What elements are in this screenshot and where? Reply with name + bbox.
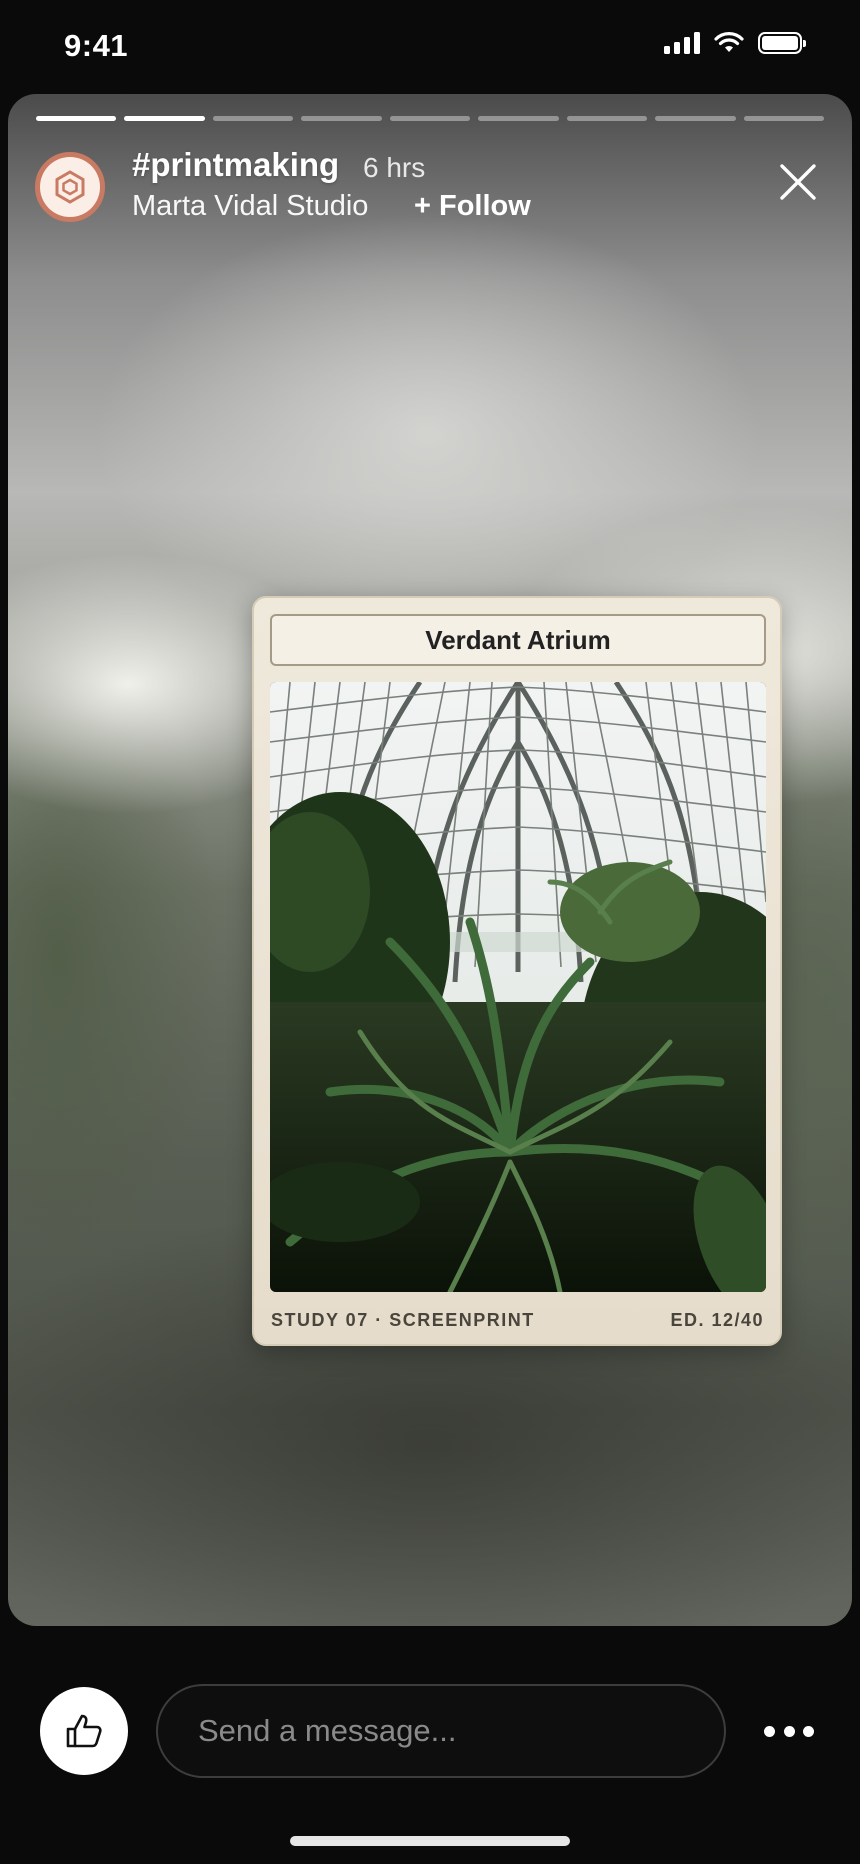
story-viewer[interactable]: #printmaking 6 hrs Marta Vidal Studio + …: [8, 94, 852, 1626]
progress-segment: [36, 116, 117, 121]
print-card[interactable]: Verdant Atrium STUDY 07 · SCREENPRINT ED…: [252, 596, 782, 1346]
print-title: Verdant Atrium: [270, 614, 766, 666]
message-input[interactable]: [156, 1684, 726, 1778]
studio-logo-icon: [40, 157, 100, 217]
home-indicator: [290, 1836, 570, 1846]
battery-icon: [758, 32, 806, 54]
progress-segment: [478, 116, 559, 121]
status-icons: [664, 32, 806, 54]
progress-segment: [655, 116, 736, 121]
author-name[interactable]: Marta Vidal Studio: [132, 190, 368, 223]
progress-segment: [743, 116, 824, 121]
status-time: 9:41: [64, 28, 129, 63]
progress-segment: [566, 116, 648, 121]
print-edition-label: ED. 12/40: [670, 1310, 764, 1330]
print-series-label: STUDY 07 · SCREENPRINT: [271, 1310, 535, 1330]
like-button[interactable]: [40, 1687, 128, 1775]
cellular-signal-icon: [664, 32, 700, 54]
follow-button[interactable]: + Follow: [414, 190, 531, 223]
more-options-icon[interactable]: [764, 1714, 814, 1748]
story-progress-bar: [36, 116, 824, 121]
wifi-icon: [714, 32, 744, 52]
greenhouse-photo: [270, 682, 766, 1292]
avatar[interactable]: [35, 152, 105, 222]
thumbs-up-icon: [66, 1714, 102, 1748]
progress-segment: [212, 116, 294, 121]
progress-segment: [124, 116, 205, 121]
status-bar: 9:41: [0, 0, 860, 94]
close-icon[interactable]: [778, 162, 818, 202]
story-timestamp: 6 hrs: [363, 152, 426, 183]
story-hashtag[interactable]: #printmaking: [132, 146, 339, 184]
progress-segment: [389, 116, 471, 121]
progress-segment: [301, 116, 382, 121]
